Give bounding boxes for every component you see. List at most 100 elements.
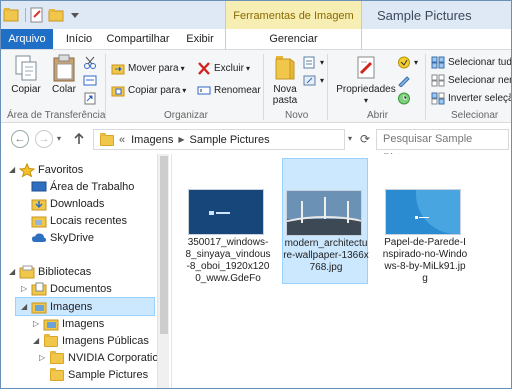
copy-to-label: Copiar para xyxy=(128,84,181,96)
image-thumbnail xyxy=(188,189,264,235)
move-to-label: Mover para xyxy=(128,62,179,74)
pictures-folder-icon xyxy=(43,317,59,331)
tree-libraries[interactable]: ◢ Bibliotecas xyxy=(9,263,91,280)
easy-access-button[interactable]: ▾ xyxy=(303,72,324,88)
folder-icon xyxy=(43,333,59,348)
paste-shortcut-button[interactable] xyxy=(83,90,100,106)
tree-nvidia-corporation[interactable]: ▷ NVIDIA Corporation xyxy=(39,349,165,366)
paste-shortcut-icon xyxy=(83,92,97,105)
copy-path-button[interactable] xyxy=(83,72,100,88)
group-separator xyxy=(263,54,264,120)
tree-downloads[interactable]: Downloads xyxy=(31,195,104,212)
edit-button[interactable] xyxy=(397,72,414,88)
explorer-icon[interactable] xyxy=(3,7,19,23)
title-bar: Ferramentas de Imagem Sample Pictures xyxy=(1,1,511,29)
breadcrumb-sample-pictures[interactable]: Sample Pictures xyxy=(189,134,269,146)
select-all-icon xyxy=(431,56,445,69)
tree-skydrive[interactable]: SkyDrive xyxy=(31,229,94,246)
copy-to-button[interactable]: Copiar para ▾ xyxy=(111,82,186,98)
back-button[interactable]: ← xyxy=(11,130,29,148)
select-none-icon xyxy=(431,74,445,87)
contextual-tab-group: Ferramentas de Imagem xyxy=(225,1,362,29)
navigation-pane: ◢ Favoritos Área de Trabalho Downloads L… xyxy=(1,154,171,388)
address-dropdown-icon[interactable]: ▾ xyxy=(348,131,360,147)
paste-button[interactable]: Colar xyxy=(49,54,79,95)
tree-pictures[interactable]: ◢ Imagens xyxy=(21,298,92,315)
rename-label: Renomear xyxy=(214,84,261,96)
address-overflow[interactable]: « xyxy=(119,134,125,146)
refresh-icon[interactable]: ⟳ xyxy=(360,131,374,147)
tree-recent-places[interactable]: Locais recentes xyxy=(31,212,127,229)
navigation-pane-scrollbar[interactable] xyxy=(157,154,169,388)
organize-group-label: Organizar xyxy=(164,110,208,121)
new-item-button[interactable]: ▾ xyxy=(303,54,324,70)
copy-icon xyxy=(13,54,39,82)
tree-documents[interactable]: ▷ Documentos xyxy=(21,280,112,297)
folder-icon xyxy=(49,350,65,365)
expanded-arrow-icon[interactable]: ◢ xyxy=(21,302,29,311)
select-group-label: Selecionar xyxy=(451,110,499,121)
copy-button[interactable]: Copiar xyxy=(11,54,41,95)
invert-selection-button[interactable]: Inverter seleção xyxy=(431,90,511,106)
libraries-icon xyxy=(19,265,35,279)
quick-access-toolbar xyxy=(3,6,86,24)
copy-path-icon xyxy=(83,74,97,87)
file-tile[interactable]: Papel-de-Parede-Inspirado-no-Windows-8-b… xyxy=(382,158,468,284)
collapsed-arrow-icon[interactable]: ▷ xyxy=(39,353,47,362)
tab-gerenciar[interactable]: Gerenciar xyxy=(225,29,362,49)
tab-compartilhar[interactable]: Compartilhar xyxy=(105,29,171,49)
forward-button[interactable]: → xyxy=(35,130,53,148)
address-bar[interactable]: « Imagens ▶ Sample Pictures xyxy=(93,129,345,150)
window-title: Sample Pictures xyxy=(377,8,472,23)
file-tile[interactable]: 350017_windows-8_sinyaya_vindous-8_oboi_… xyxy=(185,158,271,284)
cut-button[interactable] xyxy=(83,54,100,70)
properties-icon xyxy=(353,54,379,82)
expanded-arrow-icon[interactable]: ◢ xyxy=(9,165,17,174)
delete-x-icon xyxy=(197,61,211,75)
new-folder-label: Nova pasta xyxy=(272,84,298,106)
expanded-arrow-icon[interactable]: ◢ xyxy=(33,336,41,345)
copy-label: Copiar xyxy=(11,84,41,95)
qat-dropdown-icon[interactable] xyxy=(67,7,83,23)
expanded-arrow-icon[interactable]: ◢ xyxy=(9,267,17,276)
tree-sample-pictures[interactable]: Sample Pictures xyxy=(49,366,148,383)
search-input[interactable]: Pesquisar Sample Pictures xyxy=(376,129,509,164)
paste-icon xyxy=(51,54,77,82)
folder-icon xyxy=(99,132,115,147)
select-none-button[interactable]: Selecionar nenhum xyxy=(431,72,511,88)
back-arrow-icon: ← xyxy=(14,133,26,145)
folder-icon xyxy=(49,367,65,382)
select-none-label: Selecionar nenhum xyxy=(448,74,511,86)
tree-desktop[interactable]: Área de Trabalho xyxy=(31,178,134,195)
new-folder-qat-icon[interactable] xyxy=(48,7,64,23)
file-tile-selected[interactable]: modern_architecture-wallpaper-1366x768.j… xyxy=(282,158,369,284)
tree-my-pictures[interactable]: ▷ Imagens xyxy=(33,315,104,332)
scrollbar-thumb[interactable] xyxy=(160,156,168,334)
breadcrumb-imagens[interactable]: Imagens xyxy=(131,134,173,146)
ribbon: Copiar Colar Área de Transferência Mover… xyxy=(1,49,511,123)
new-folder-button[interactable]: Nova pasta xyxy=(269,54,301,106)
history-button[interactable] xyxy=(397,90,414,106)
tab-inicio[interactable]: Início xyxy=(59,29,99,49)
properties-button[interactable]: Propriedades ▾ xyxy=(335,54,397,106)
tree-public-pictures[interactable]: ◢ Imagens Públicas xyxy=(33,332,149,349)
new-item-icon xyxy=(303,56,317,69)
up-button[interactable] xyxy=(71,131,87,147)
tree-favorites[interactable]: ◢ Favoritos xyxy=(9,161,83,178)
explorer-window: Ferramentas de Imagem Sample Pictures Ar… xyxy=(0,0,512,389)
properties-qat-icon[interactable] xyxy=(29,7,45,23)
clipboard-group-label: Área de Transferência xyxy=(7,110,106,121)
delete-button[interactable]: Excluir ▾ xyxy=(197,60,250,76)
open-button[interactable]: ▾ xyxy=(397,54,418,70)
image-thumbnail xyxy=(385,189,461,235)
tab-arquivo[interactable]: Arquivo xyxy=(1,29,53,49)
select-all-button[interactable]: Selecionar tudo xyxy=(431,54,511,70)
collapsed-arrow-icon[interactable]: ▷ xyxy=(33,319,41,328)
invert-selection-icon xyxy=(431,92,445,105)
tab-exibir[interactable]: Exibir xyxy=(181,29,219,49)
collapsed-arrow-icon[interactable]: ▷ xyxy=(21,284,29,293)
breadcrumb-separator-icon[interactable]: ▶ xyxy=(178,135,184,144)
recent-locations-chevron-icon[interactable]: ▾ xyxy=(57,134,61,143)
rename-button[interactable]: Renomear xyxy=(197,82,261,98)
move-to-button[interactable]: Mover para ▾ xyxy=(111,60,185,76)
